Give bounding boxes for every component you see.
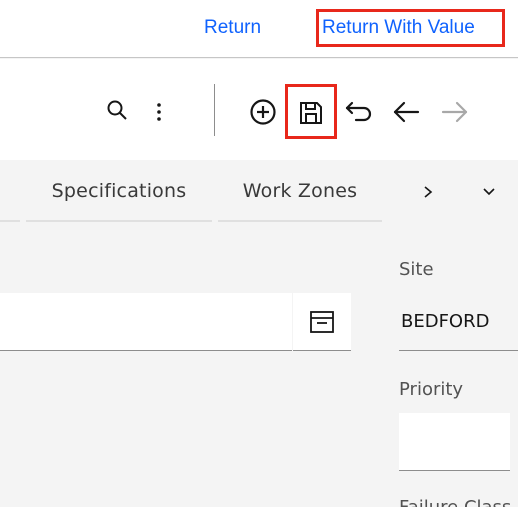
lookup-input[interactable]	[0, 293, 292, 351]
chevron-down-icon[interactable]	[475, 178, 503, 206]
tab-bar: Specifications Work Zones	[0, 160, 518, 222]
site-label: Site	[399, 259, 434, 280]
undo-icon[interactable]	[343, 97, 375, 127]
tab-work-zones[interactable]: Work Zones	[218, 160, 382, 222]
forward-arrow-icon[interactable]	[440, 97, 470, 127]
return-bar: Return Return With Value	[0, 0, 518, 58]
archive-icon	[310, 310, 334, 333]
save-icon[interactable]	[293, 95, 329, 131]
return-with-value-link[interactable]: Return With Value	[322, 17, 475, 39]
chevron-right-icon[interactable]	[414, 178, 442, 206]
tab-underline	[218, 220, 382, 222]
add-icon[interactable]	[248, 97, 278, 127]
search-icon[interactable]	[102, 95, 132, 125]
toolbar	[0, 59, 518, 160]
priority-label: Priority	[399, 379, 464, 400]
lookup-button[interactable]	[293, 293, 351, 351]
toolbar-divider	[214, 84, 215, 136]
back-arrow-icon[interactable]	[391, 97, 421, 127]
priority-input[interactable]	[399, 413, 510, 471]
more-options-icon[interactable]	[146, 97, 172, 127]
site-value: BEDFORD	[399, 293, 518, 351]
tab-underline	[0, 220, 20, 222]
tab-specifications[interactable]: Specifications	[26, 160, 212, 222]
return-link[interactable]: Return	[204, 17, 261, 39]
failure-class-label: Failure Class	[399, 497, 511, 507]
tab-underline	[26, 220, 212, 222]
